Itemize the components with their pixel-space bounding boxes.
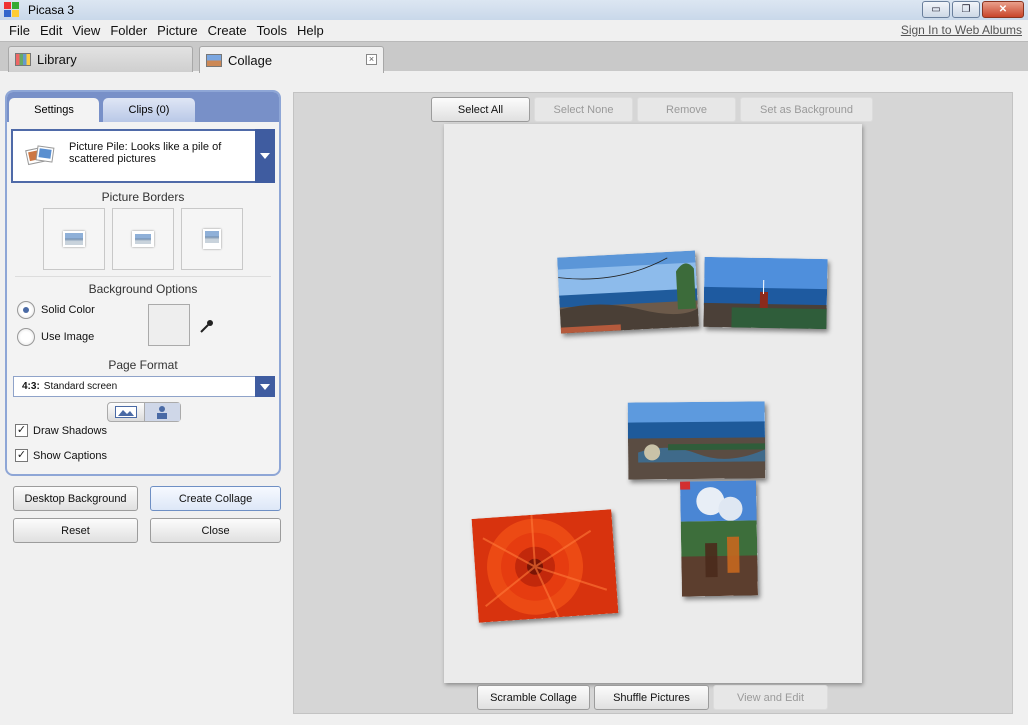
picture-pile-icon	[25, 143, 55, 169]
remove-button[interactable]: Remove	[637, 97, 736, 122]
portrait-icon[interactable]	[143, 403, 180, 421]
menu-view[interactable]: View	[67, 23, 105, 38]
collage-photo-coast-table[interactable]	[627, 401, 766, 480]
landscape-icon[interactable]	[108, 403, 144, 421]
picture-thumbnail-icon	[132, 231, 154, 247]
restore-button[interactable]: ❐	[952, 1, 980, 18]
tab-collage[interactable]: Collage ×	[199, 46, 384, 73]
create-collage-button[interactable]: Create Collage	[150, 486, 281, 511]
menu-file[interactable]: File	[4, 23, 35, 38]
minimize-button[interactable]: ▭	[922, 1, 950, 18]
solid-color-label: Solid Color	[41, 304, 95, 316]
select-none-button[interactable]: Select None	[534, 97, 633, 122]
solid-color-option[interactable]: Solid Color	[17, 301, 95, 319]
panel-tab-bar: Settings Clips (0)	[7, 92, 279, 122]
picture-thumbnail-icon	[203, 229, 221, 249]
tab-library-label: Library	[37, 52, 77, 67]
border-option-polaroid[interactable]	[181, 208, 243, 270]
menu-help[interactable]: Help	[292, 23, 329, 38]
desktop-background-button[interactable]: Desktop Background	[13, 486, 138, 511]
menu-tools[interactable]: Tools	[252, 23, 292, 38]
view-and-edit-button[interactable]: View and Edit	[713, 685, 828, 710]
page-format-ratio: 4:3:	[22, 381, 40, 392]
border-option-white[interactable]	[112, 208, 174, 270]
chevron-down-icon[interactable]	[255, 376, 275, 397]
border-option-none[interactable]	[43, 208, 105, 270]
page-format-select[interactable]: 4:3: Standard screen	[13, 376, 275, 397]
window-title: Picasa 3	[28, 3, 75, 17]
collage-photo-drink-sea[interactable]	[703, 256, 828, 330]
collage-icon	[206, 53, 222, 67]
collage-photo-sea-lights[interactable]	[557, 250, 699, 334]
chevron-down-icon[interactable]	[255, 129, 275, 183]
collage-style-dropdown[interactable]: Picture Pile: Looks like a pile of scatt…	[11, 129, 275, 183]
shuffle-pictures-button[interactable]: Shuffle Pictures	[594, 685, 709, 710]
library-icon	[15, 53, 31, 66]
collage-settings-panel: Settings Clips (0) Picture Pile: Looks l…	[5, 90, 281, 476]
menu-picture[interactable]: Picture	[152, 23, 202, 38]
title-bar: Picasa 3 ▭ ❐ ✕	[0, 0, 1028, 20]
divider	[15, 276, 271, 277]
menu-folder[interactable]: Folder	[105, 23, 152, 38]
checkbox-checked[interactable]: ✓	[15, 449, 28, 462]
tab-strip: Library Collage ×	[0, 41, 1028, 73]
eyedropper-icon[interactable]	[199, 318, 215, 334]
tab-settings[interactable]: Settings	[9, 98, 99, 122]
menu-bar: File Edit View Folder Picture Create Too…	[0, 20, 1028, 41]
background-options-title: Background Options	[88, 282, 198, 296]
use-image-option[interactable]: Use Image	[17, 328, 94, 346]
orientation-toggle	[107, 402, 181, 422]
tab-library[interactable]: Library	[8, 46, 193, 72]
collage-photo-orange-flower[interactable]	[471, 509, 619, 623]
show-captions-option[interactable]: ✓ Show Captions	[15, 449, 107, 462]
picasa-logo-icon	[4, 2, 20, 18]
background-color-swatch[interactable]	[148, 304, 190, 346]
page-format-name: Standard screen	[43, 381, 118, 392]
checkbox-checked[interactable]: ✓	[15, 424, 28, 437]
menu-create[interactable]: Create	[203, 23, 252, 38]
draw-shadows-label: Draw Shadows	[33, 424, 107, 437]
close-window-button[interactable]: ✕	[982, 1, 1024, 18]
reset-button[interactable]: Reset	[13, 518, 138, 543]
radio-unselected[interactable]	[17, 328, 35, 346]
tab-collage-label: Collage	[228, 52, 273, 68]
collage-style-description: Picture Pile: Looks like a pile of scatt…	[69, 141, 222, 165]
radio-selected[interactable]	[17, 301, 35, 319]
draw-shadows-option[interactable]: ✓ Draw Shadows	[15, 424, 107, 437]
select-all-button[interactable]: Select All	[431, 97, 530, 122]
set-as-background-button[interactable]: Set as Background	[740, 97, 873, 122]
picture-borders-title: Picture Borders	[101, 190, 185, 204]
close-tab-icon[interactable]: ×	[366, 54, 377, 65]
collage-photo-drinks-glasses[interactable]	[680, 480, 758, 597]
show-captions-label: Show Captions	[33, 449, 107, 462]
menu-edit[interactable]: Edit	[35, 23, 67, 38]
use-image-label: Use Image	[41, 331, 95, 343]
sign-in-link[interactable]: Sign In to Web Albums	[901, 23, 1022, 37]
close-button[interactable]: Close	[150, 518, 281, 543]
tab-clips[interactable]: Clips (0)	[103, 98, 195, 122]
page-format-title: Page Format	[108, 358, 178, 372]
picture-thumbnail-icon	[63, 231, 85, 247]
scramble-collage-button[interactable]: Scramble Collage	[477, 685, 590, 710]
